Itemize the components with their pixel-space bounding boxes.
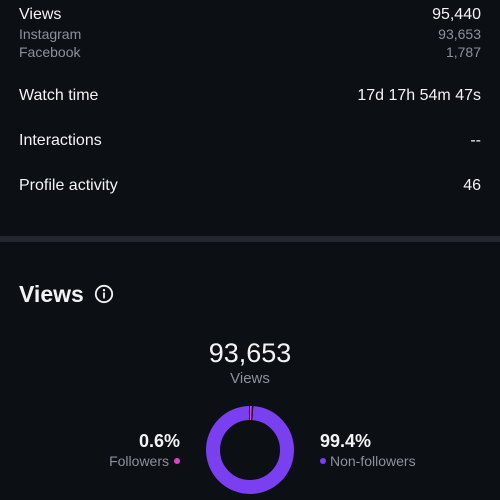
interactions-row[interactable]: Interactions -- <box>19 131 481 151</box>
followers-stat: 0.6% Followers <box>109 430 180 470</box>
facebook-value: 1,787 <box>445 44 481 60</box>
profile-activity-row[interactable]: Profile activity 46 <box>19 176 481 196</box>
followers-label: Followers <box>109 453 169 469</box>
non-followers-legend-dot <box>320 458 326 464</box>
info-icon[interactable] <box>94 284 114 304</box>
views-donut-chart <box>206 406 294 494</box>
facebook-label: Facebook <box>19 44 81 60</box>
instagram-row: Instagram 93,653 <box>19 26 481 43</box>
total-views-label: Views <box>230 370 270 387</box>
non-followers-label: Non-followers <box>330 453 416 469</box>
followers-percent: 0.6% <box>138 431 180 451</box>
section-title: Views <box>19 281 84 307</box>
interactions-value: -- <box>470 132 481 149</box>
watch-time-row: Watch time 17d 17h 54m 47s <box>19 86 481 106</box>
views-row: Views 95,440 <box>19 5 481 25</box>
non-followers-percent: 99.4% <box>320 431 372 451</box>
watch-time-label: Watch time <box>19 87 99 104</box>
insights-screen: Views 95,440 Instagram 93,653 Facebook 1… <box>0 0 500 500</box>
views-label: Views <box>19 6 62 23</box>
donut-segment-non-followers <box>206 406 294 494</box>
facebook-row: Facebook 1,787 <box>19 44 481 61</box>
views-section-header: Views <box>19 280 114 308</box>
section-divider <box>0 236 500 242</box>
interactions-label: Interactions <box>19 132 102 149</box>
views-value: 95,440 <box>432 6 481 23</box>
instagram-label: Instagram <box>19 26 82 42</box>
profile-activity-value: 46 <box>463 177 481 194</box>
total-views-value: 93,653 <box>208 338 292 368</box>
followers-legend-dot <box>174 458 180 464</box>
watch-time-value: 17d 17h 54m 47s <box>357 87 481 104</box>
profile-activity-label: Profile activity <box>19 177 118 194</box>
non-followers-stat: 99.4% Non-followers <box>320 430 416 470</box>
instagram-value: 93,653 <box>438 26 481 42</box>
